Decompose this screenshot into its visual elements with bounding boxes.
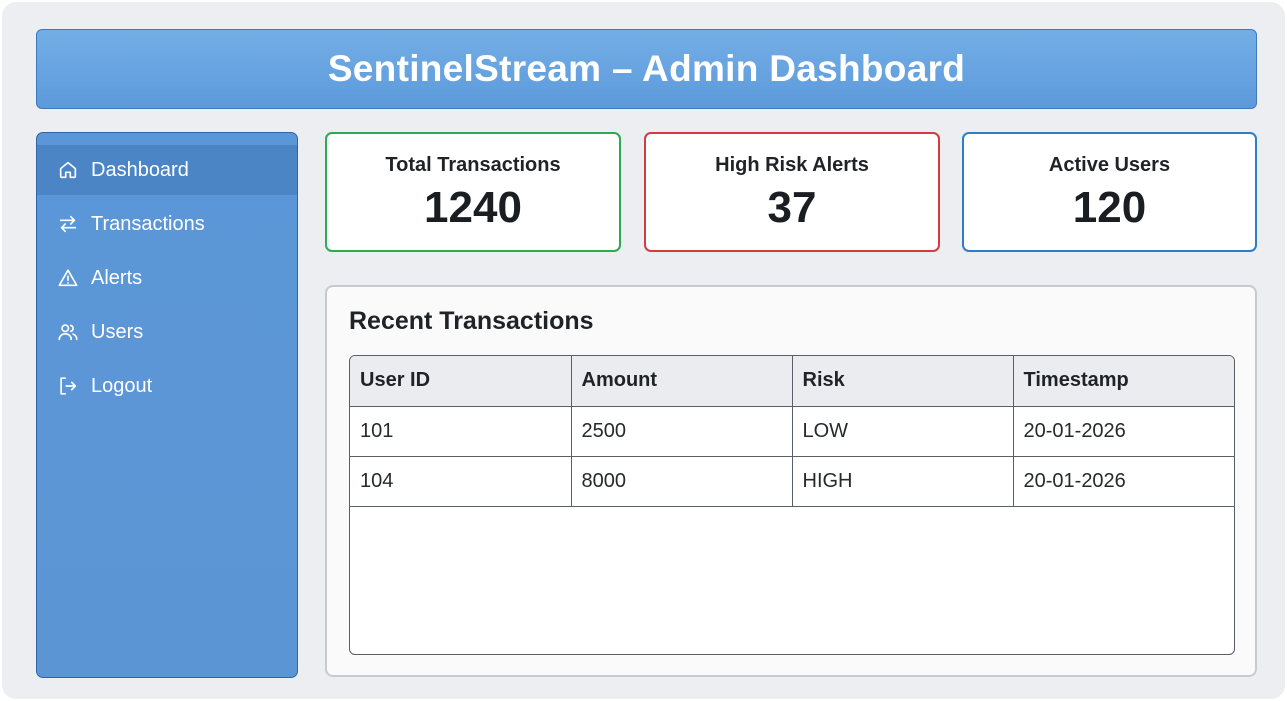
table-row[interactable]: 101 2500 LOW 20-01-2026 [350, 406, 1234, 457]
sidebar-item-label: Users [91, 320, 144, 343]
table-header-row: User ID Amount Risk Timestamp [350, 356, 1234, 407]
column-header-timestamp: Timestamp [1013, 356, 1234, 407]
stat-card-title: Active Users [1048, 154, 1171, 176]
panel-title: Recent Transactions [349, 307, 594, 335]
sidebar-item-alerts[interactable]: Alerts [37, 253, 297, 303]
column-header-user-id: User ID [350, 356, 572, 407]
stat-card-title: Total Transactions [385, 154, 561, 176]
transactions-table-container[interactable]: User ID Amount Risk Timestamp 101 2500 L… [349, 355, 1235, 655]
cell-timestamp: 20-01-2026 [1013, 456, 1234, 507]
app-header: SentinelStream – Admin Dashboard [36, 29, 1257, 109]
sidebar-item-logout[interactable]: Logout [37, 361, 297, 411]
app-frame: SentinelStream – Admin Dashboard Dashboa… [2, 2, 1285, 699]
cell-amount: 2500 [571, 406, 793, 457]
sidebar-item-label: Logout [91, 374, 153, 397]
sidebar-item-label: Alerts [91, 266, 143, 289]
stat-card-value: 120 [1072, 183, 1147, 232]
column-header-risk: Risk [792, 356, 1014, 407]
cell-user-id: 101 [350, 406, 572, 457]
page-title: SentinelStream – Admin Dashboard [327, 48, 966, 89]
stat-card-title: High Risk Alerts [715, 154, 869, 176]
column-header-amount: Amount [571, 356, 793, 407]
cell-timestamp: 20-01-2026 [1013, 406, 1234, 457]
users-icon [57, 321, 79, 343]
cell-amount: 8000 [571, 456, 793, 507]
sidebar: Dashboard Transactions Alerts Users Logo… [36, 132, 298, 678]
stat-card-total-transactions: Total Transactions 1240 [325, 132, 621, 252]
stat-card-value: 37 [767, 183, 817, 232]
logout-icon [57, 375, 79, 397]
warning-triangle-icon [57, 267, 79, 289]
recent-transactions-panel: Recent Transactions User ID Amount Risk … [325, 285, 1257, 677]
stat-card-active-users: Active Users 120 [962, 132, 1257, 252]
sidebar-item-transactions[interactable]: Transactions [37, 199, 297, 249]
sidebar-item-label: Dashboard [91, 158, 189, 181]
sidebar-item-users[interactable]: Users [37, 307, 297, 357]
cell-risk: LOW [792, 406, 1014, 457]
stat-card-high-risk-alerts: High Risk Alerts 37 [644, 132, 940, 252]
transactions-table: User ID Amount Risk Timestamp 101 2500 L… [350, 356, 1234, 507]
sidebar-item-dashboard[interactable]: Dashboard [37, 145, 297, 195]
home-icon [57, 159, 79, 181]
transfer-arrows-icon [57, 213, 79, 235]
stat-card-value: 1240 [424, 183, 522, 232]
table-row[interactable]: 104 8000 HIGH 20-01-2026 [350, 456, 1234, 507]
cell-user-id: 104 [350, 456, 572, 507]
cell-risk: HIGH [792, 456, 1014, 507]
sidebar-item-label: Transactions [91, 212, 205, 235]
